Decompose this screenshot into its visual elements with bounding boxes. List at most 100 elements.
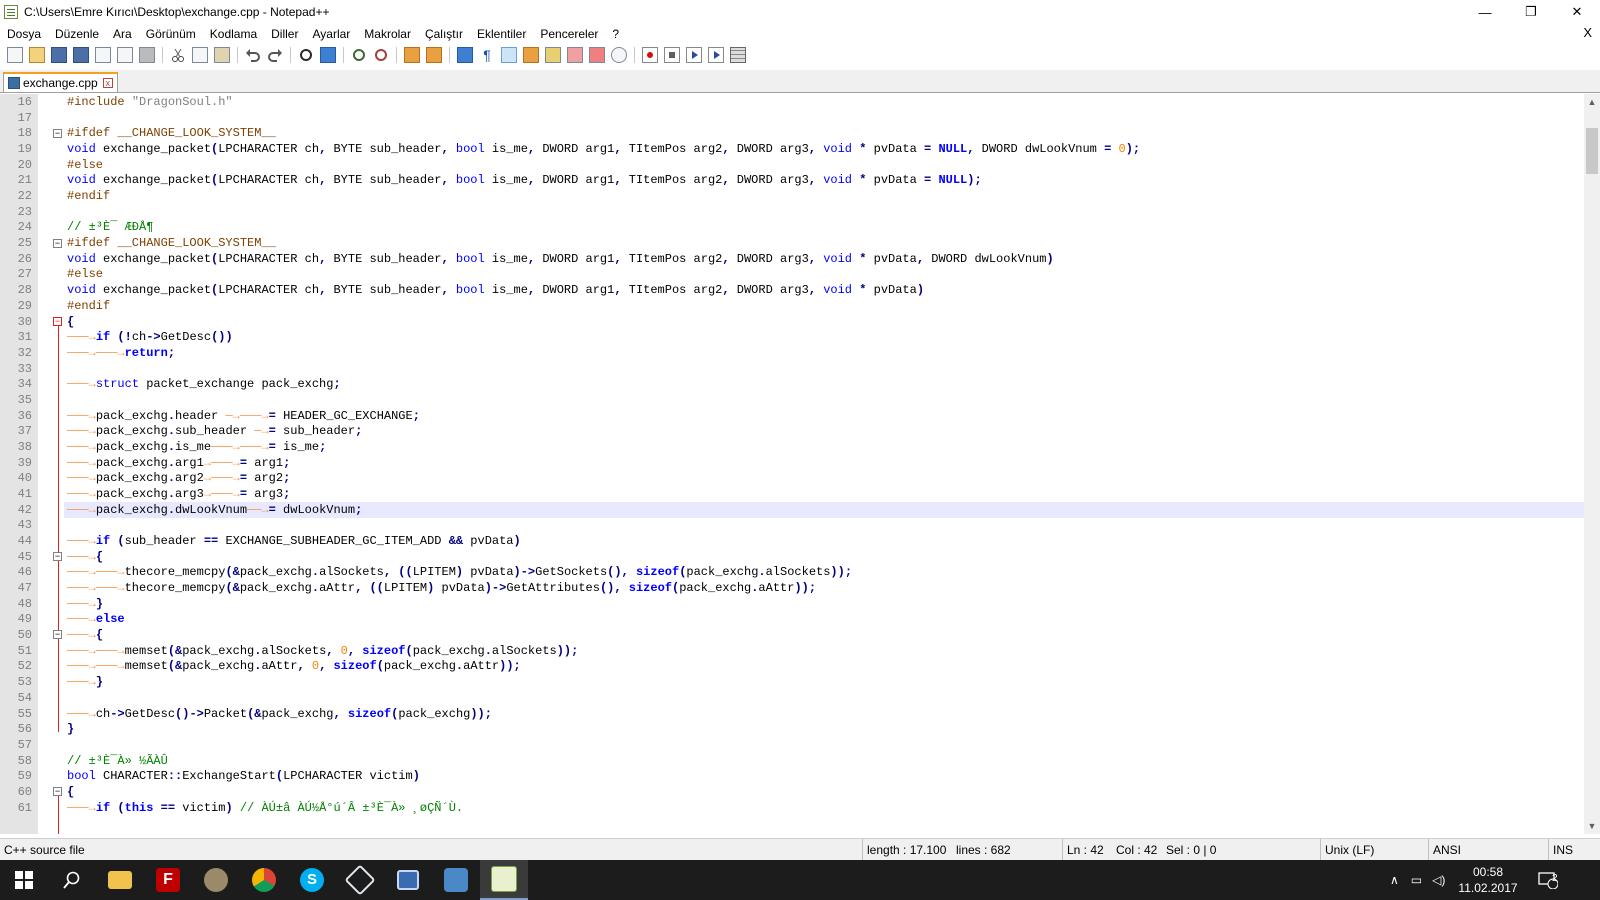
play-macro-icon[interactable] (686, 47, 702, 63)
rdp-icon[interactable] (432, 860, 480, 900)
vertical-scrollbar[interactable]: ▲ ▼ (1584, 94, 1600, 834)
chevron-up-icon[interactable]: ∧ (1390, 873, 1399, 887)
menu-pencereler[interactable]: Pencereler (533, 27, 605, 41)
code-line[interactable]: 48 ───→} (0, 596, 1584, 612)
code-line[interactable]: 37 ───→pack_exchg.sub_header ─→= sub_head… (0, 423, 1584, 439)
code-line[interactable]: 39 ───→pack_exchg.arg1→───→= arg1; (0, 455, 1584, 471)
code-line[interactable]: 47 ───→───→thecore_memcpy(&pack_exchg.aAt… (0, 580, 1584, 596)
virtualbox-icon[interactable] (336, 860, 384, 900)
redo-icon[interactable] (267, 47, 283, 63)
run-macro-multiple-icon[interactable] (708, 47, 724, 63)
code-line[interactable]: 25 #ifdef __CHANGE_LOOK_SYSTEM__ (0, 235, 1584, 251)
code-line[interactable]: 45 ───→{ (0, 549, 1584, 565)
menu-calistir[interactable]: Çalıştır (418, 27, 470, 41)
menu-eklentiler[interactable]: Eklentiler (470, 27, 533, 41)
code-line[interactable]: 61 ───→if (this == victim) // ÀÚ±â ÀÚ½Å°ú… (0, 800, 1584, 816)
menu-duzenle[interactable]: Düzenle (48, 27, 106, 41)
code-line[interactable]: 57 (0, 737, 1584, 753)
close-document-button[interactable]: X (1583, 25, 1592, 40)
code-line[interactable]: 53 ───→} (0, 674, 1584, 690)
code-line[interactable]: 20 #else (0, 157, 1584, 173)
code-line[interactable]: 59 bool CHARACTER::ExchangeStart(LPCHARAC… (0, 768, 1584, 784)
menu-makrolar[interactable]: Makrolar (357, 27, 418, 41)
menu-kodlama[interactable]: Kodlama (203, 27, 264, 41)
scroll-down-icon[interactable]: ▼ (1584, 818, 1600, 834)
code-line[interactable]: 36 ───→pack_exchg.header ─→───→= HEADER_G… (0, 408, 1584, 424)
code-line[interactable]: 50 ───→{ (0, 627, 1584, 643)
record-macro-icon[interactable] (642, 47, 658, 63)
save-all-icon[interactable] (73, 47, 89, 63)
copy-icon[interactable] (192, 47, 208, 63)
code-line[interactable]: 27 #else (0, 266, 1584, 282)
save-icon[interactable] (51, 47, 67, 63)
code-line[interactable]: 38 ───→pack_exchg.is_me───→───→= is_me; (0, 439, 1584, 455)
skype-icon[interactable]: S (288, 860, 336, 900)
replace-icon[interactable] (320, 47, 336, 63)
code-line[interactable]: 24 // ±³È¯ ÆÐÅ¶ (0, 219, 1584, 235)
code-line[interactable]: 26 void exchange_packet(LPCHARACTER ch, B… (0, 251, 1584, 267)
start-icon[interactable] (0, 860, 48, 900)
menu-gorunum[interactable]: Görünüm (139, 27, 203, 41)
minimize-button[interactable]: — (1462, 0, 1508, 24)
word-wrap-icon[interactable] (457, 47, 473, 63)
code-line[interactable]: 21 void exchange_packet(LPCHARACTER ch, B… (0, 172, 1584, 188)
code-line[interactable]: 22 #endif (0, 188, 1584, 204)
chrome-icon[interactable] (240, 860, 288, 900)
undo-icon[interactable] (245, 47, 261, 63)
menu-dosya[interactable]: Dosya (0, 27, 48, 41)
close-button[interactable]: ✕ (1554, 0, 1600, 24)
menu-diller[interactable]: Diller (264, 27, 305, 41)
code-line[interactable]: 42 ───→pack_exchg.dwLookVnum──→= dwLookVn… (18, 501, 1584, 518)
notification-center-icon[interactable]: 2 (1528, 860, 1568, 900)
code-line[interactable]: 17 (0, 110, 1584, 126)
code-line[interactable]: 18 #ifdef __CHANGE_LOOK_SYSTEM__ (0, 125, 1584, 141)
code-line[interactable]: 58 // ±³È¯À» ½ÃÀÛ (0, 753, 1584, 769)
doc-map-icon[interactable] (545, 47, 561, 63)
monitor-icon[interactable] (611, 47, 627, 63)
code-line[interactable]: 44 ───→if (sub_header == EXCHANGE_SUBHEAD… (0, 533, 1584, 549)
code-line[interactable]: 52 ───→───→memset(&pack_exchg.aAttr, 0, s… (0, 658, 1584, 674)
code-line[interactable]: 46 ───→───→thecore_memcpy(&pack_exchg.alS… (0, 564, 1584, 580)
scrollbar-thumb[interactable] (1586, 128, 1598, 174)
show-all-chars-icon[interactable]: ¶ (479, 47, 495, 63)
cut-icon[interactable] (170, 47, 186, 63)
code-line[interactable]: 19 void exchange_packet(LPCHARACTER ch, B… (0, 141, 1584, 157)
paste-icon[interactable] (214, 47, 230, 63)
find-icon[interactable] (300, 49, 312, 61)
code-line[interactable]: 35 (0, 392, 1584, 408)
taskbar-clock[interactable]: 00:58 11.02.2017 (1448, 864, 1528, 896)
stop-macro-icon[interactable] (664, 47, 680, 63)
code-line[interactable]: 34 ───→struct packet_exchange pack_exchg; (0, 376, 1584, 392)
scroll-up-icon[interactable]: ▲ (1584, 94, 1600, 110)
volume-icon[interactable]: ◁) (1432, 873, 1445, 887)
code-line[interactable]: 32 ───→───→return; (0, 345, 1584, 361)
notepadpp-icon[interactable] (480, 860, 528, 900)
folder-workspace-icon[interactable] (589, 47, 605, 63)
filezilla-icon[interactable]: F (144, 860, 192, 900)
menu-help[interactable]: ? (605, 27, 626, 41)
code-line[interactable]: 23 (0, 204, 1584, 220)
sync-horizontal-icon[interactable] (426, 47, 442, 63)
code-line[interactable]: 54 (0, 690, 1584, 706)
code-line[interactable]: 40 ───→pack_exchg.arg2→───→= arg2; (0, 470, 1584, 486)
print-icon[interactable] (139, 47, 155, 63)
code-editor[interactable]: − − − − − − 16 #include "DragonSoul.h" 17 1… (0, 94, 1584, 834)
code-line[interactable]: 29 #endif (0, 298, 1584, 314)
open-file-icon[interactable] (29, 47, 45, 63)
network-tool-icon[interactable] (384, 860, 432, 900)
user-lang-icon[interactable] (523, 47, 539, 63)
close-icon[interactable] (95, 47, 111, 63)
menu-ara[interactable]: Ara (106, 27, 139, 41)
code-line[interactable]: 56} (0, 721, 1584, 737)
code-line[interactable]: 51 ───→───→memset(&pack_exchg.alSockets, … (0, 643, 1584, 659)
save-macro-icon[interactable] (730, 47, 746, 63)
zoom-in-icon[interactable] (353, 49, 365, 61)
zoom-out-icon[interactable] (375, 49, 387, 61)
code-line[interactable]: 55 ───→ch->GetDesc()->Packet(&pack_exchg,… (0, 706, 1584, 722)
close-all-icon[interactable] (117, 47, 133, 63)
code-line[interactable]: 16 #include "DragonSoul.h" (0, 94, 1584, 110)
network-icon[interactable]: ▭ (1411, 873, 1422, 887)
new-file-icon[interactable] (7, 47, 23, 63)
sync-vertical-icon[interactable] (404, 47, 420, 63)
indent-guide-icon[interactable] (501, 47, 517, 63)
